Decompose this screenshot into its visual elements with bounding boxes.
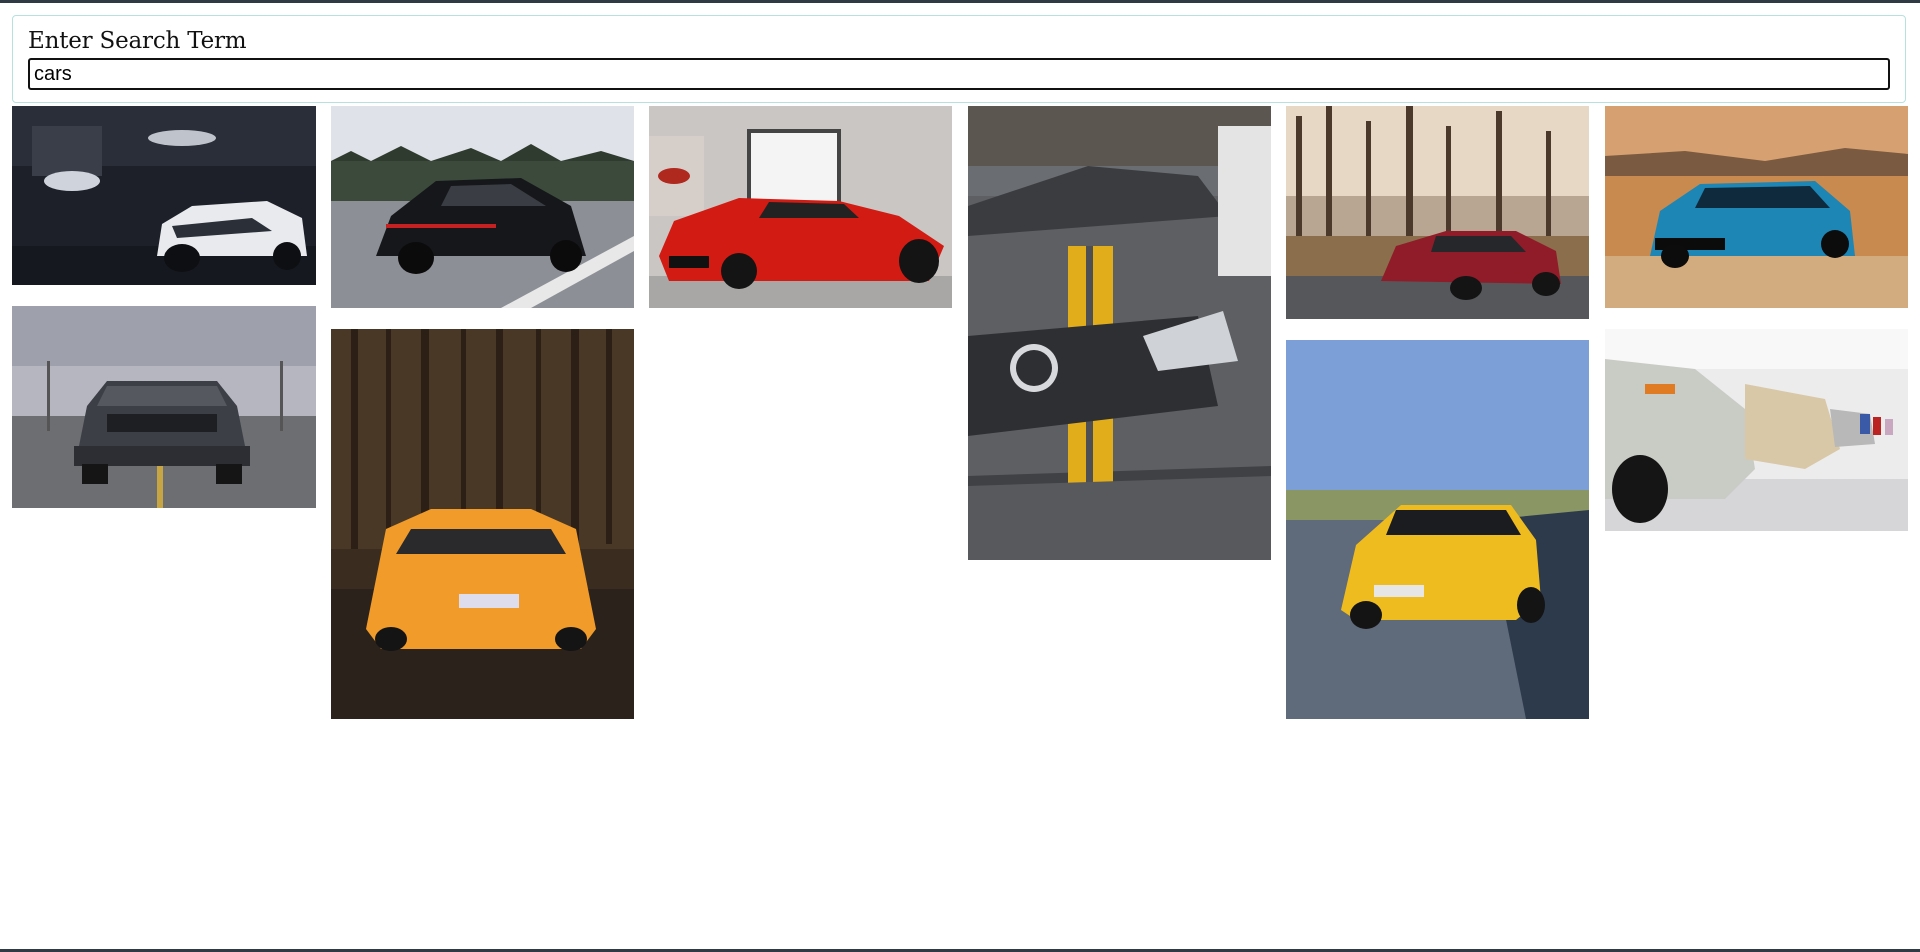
search-panel: Enter Search Term xyxy=(12,15,1906,103)
result-image-2[interactable] xyxy=(331,106,634,308)
result-image-9[interactable] xyxy=(1286,340,1589,719)
search-label: Enter Search Term xyxy=(28,28,247,54)
window-top-border xyxy=(0,0,1920,3)
result-image-6[interactable] xyxy=(1605,106,1908,308)
result-image-5[interactable] xyxy=(1286,106,1589,319)
result-image-1[interactable] xyxy=(12,106,316,285)
result-image-4[interactable] xyxy=(968,106,1271,560)
search-input[interactable] xyxy=(28,58,1890,90)
result-image-3[interactable] xyxy=(649,106,952,308)
result-image-8[interactable] xyxy=(331,329,634,719)
result-image-10[interactable] xyxy=(1605,329,1908,531)
result-image-7[interactable] xyxy=(12,306,316,508)
